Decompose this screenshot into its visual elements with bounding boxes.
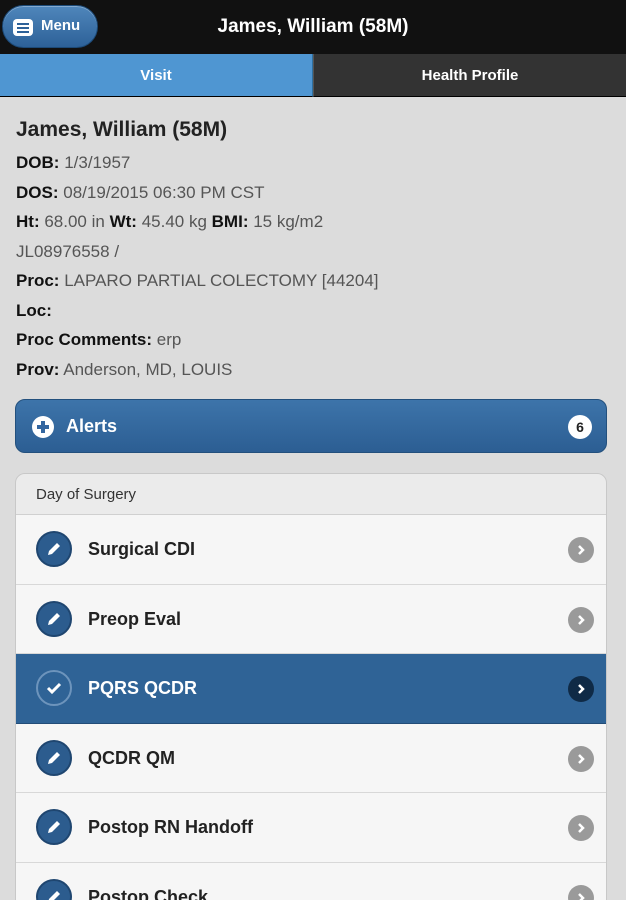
prov-label: Prov: <box>16 359 60 379</box>
wt-value: 45.40 kg <box>141 212 207 231</box>
vitals-line: Ht: 68.00 in Wt: 45.40 kg BMI: 15 kg/m2 <box>16 207 616 237</box>
id-line: JL08976558 / <box>16 237 616 267</box>
chevron-right-icon <box>568 676 594 702</box>
list-item-label: PQRS QCDR <box>88 678 198 698</box>
pencil-icon <box>36 600 72 637</box>
list-item-label: QCDR QM <box>88 747 175 768</box>
menu-label: Menu <box>41 17 81 34</box>
proc-comments-label: Proc Comments: <box>16 330 153 349</box>
patient-name: James, William (58M) <box>16 118 228 141</box>
pencil-icon <box>36 878 72 900</box>
proc-label: Proc: <box>16 271 60 290</box>
pencil-icon <box>36 809 72 845</box>
alerts-label: Alerts <box>66 416 118 436</box>
dob-value: 1/3/1957 <box>64 153 131 172</box>
ht-label: Ht: <box>16 212 40 231</box>
app-header: Menu James, William (58M) <box>0 0 626 54</box>
chevron-right-icon <box>568 815 594 841</box>
loc-line: Loc: <box>16 296 616 326</box>
list-item-label: Postop Check <box>88 886 209 900</box>
prov-value: Anderson, MD, LOUIS <box>63 359 233 379</box>
chevron-right-icon <box>568 745 594 772</box>
dob-label: DOB: <box>16 153 60 172</box>
list-item-label: Postop RN Handoff <box>88 817 253 837</box>
bmi-label: BMI: <box>211 212 249 231</box>
proc-comments-line: Proc Comments: erp <box>16 325 616 355</box>
pencil-icon <box>36 531 72 567</box>
check-icon <box>36 670 72 706</box>
page-title: James, William (58M) <box>217 16 409 37</box>
tab-visit[interactable]: Visit <box>0 54 313 97</box>
ht-value: 68.00 in <box>44 212 105 231</box>
chevron-right-icon <box>568 884 594 900</box>
plus-icon <box>32 416 54 438</box>
loc-label: Loc: <box>16 300 52 320</box>
list-divider: Day of Surgery <box>16 474 606 515</box>
list-item-pqrs-qcdr[interactable]: PQRS QCDR <box>16 654 606 724</box>
proc-value: LAPARO PARTIAL COLECTOMY [44204] <box>64 271 379 290</box>
list-item-preop-eval[interactable]: Preop Eval <box>16 584 606 654</box>
day-of-surgery-list: Day of Surgery Surgical CDI Preop Eval P… <box>15 473 607 900</box>
pencil-icon <box>36 739 72 776</box>
hamburger-icon <box>13 19 33 36</box>
proc-line: Proc: LAPARO PARTIAL COLECTOMY [44204] <box>16 266 616 296</box>
dos-label: DOS: <box>16 182 59 202</box>
chevron-right-icon <box>568 606 594 633</box>
patient-id: JL08976558 / <box>16 241 120 261</box>
list-item-qcdr-qm[interactable]: QCDR QM <box>16 723 606 793</box>
dos-line: DOS: 08/19/2015 06:30 PM CST <box>16 178 616 208</box>
list-item-surgical-cdi[interactable]: Surgical CDI <box>16 515 606 585</box>
dob-line: DOB: 1/3/1957 <box>16 148 616 178</box>
chevron-right-icon <box>568 537 594 563</box>
alerts-count-badge: 6 <box>568 415 592 439</box>
dos-value: 08/19/2015 06:30 PM CST <box>63 182 265 202</box>
menu-button[interactable]: Menu <box>2 5 98 48</box>
bmi-value: 15 kg/m2 <box>253 212 324 231</box>
list-item-postop-rn-handoff[interactable]: Postop RN Handoff <box>16 793 606 863</box>
prov-line: Prov: Anderson, MD, LOUIS <box>16 355 616 385</box>
tab-bar: Visit Health Profile <box>0 54 626 97</box>
proc-comments-value: erp <box>156 330 182 349</box>
list-item-label: Preop Eval <box>88 608 182 629</box>
tab-health-profile[interactable]: Health Profile <box>313 54 626 97</box>
list-item-postop-check[interactable]: Postop Check <box>16 862 606 900</box>
patient-summary: James, William (58M) DOB: 1/3/1957 DOS: … <box>16 118 616 384</box>
list-item-label: Surgical CDI <box>88 539 196 559</box>
alerts-collapsible[interactable]: Alerts 6 <box>15 399 607 453</box>
wt-label: Wt: <box>109 212 137 231</box>
